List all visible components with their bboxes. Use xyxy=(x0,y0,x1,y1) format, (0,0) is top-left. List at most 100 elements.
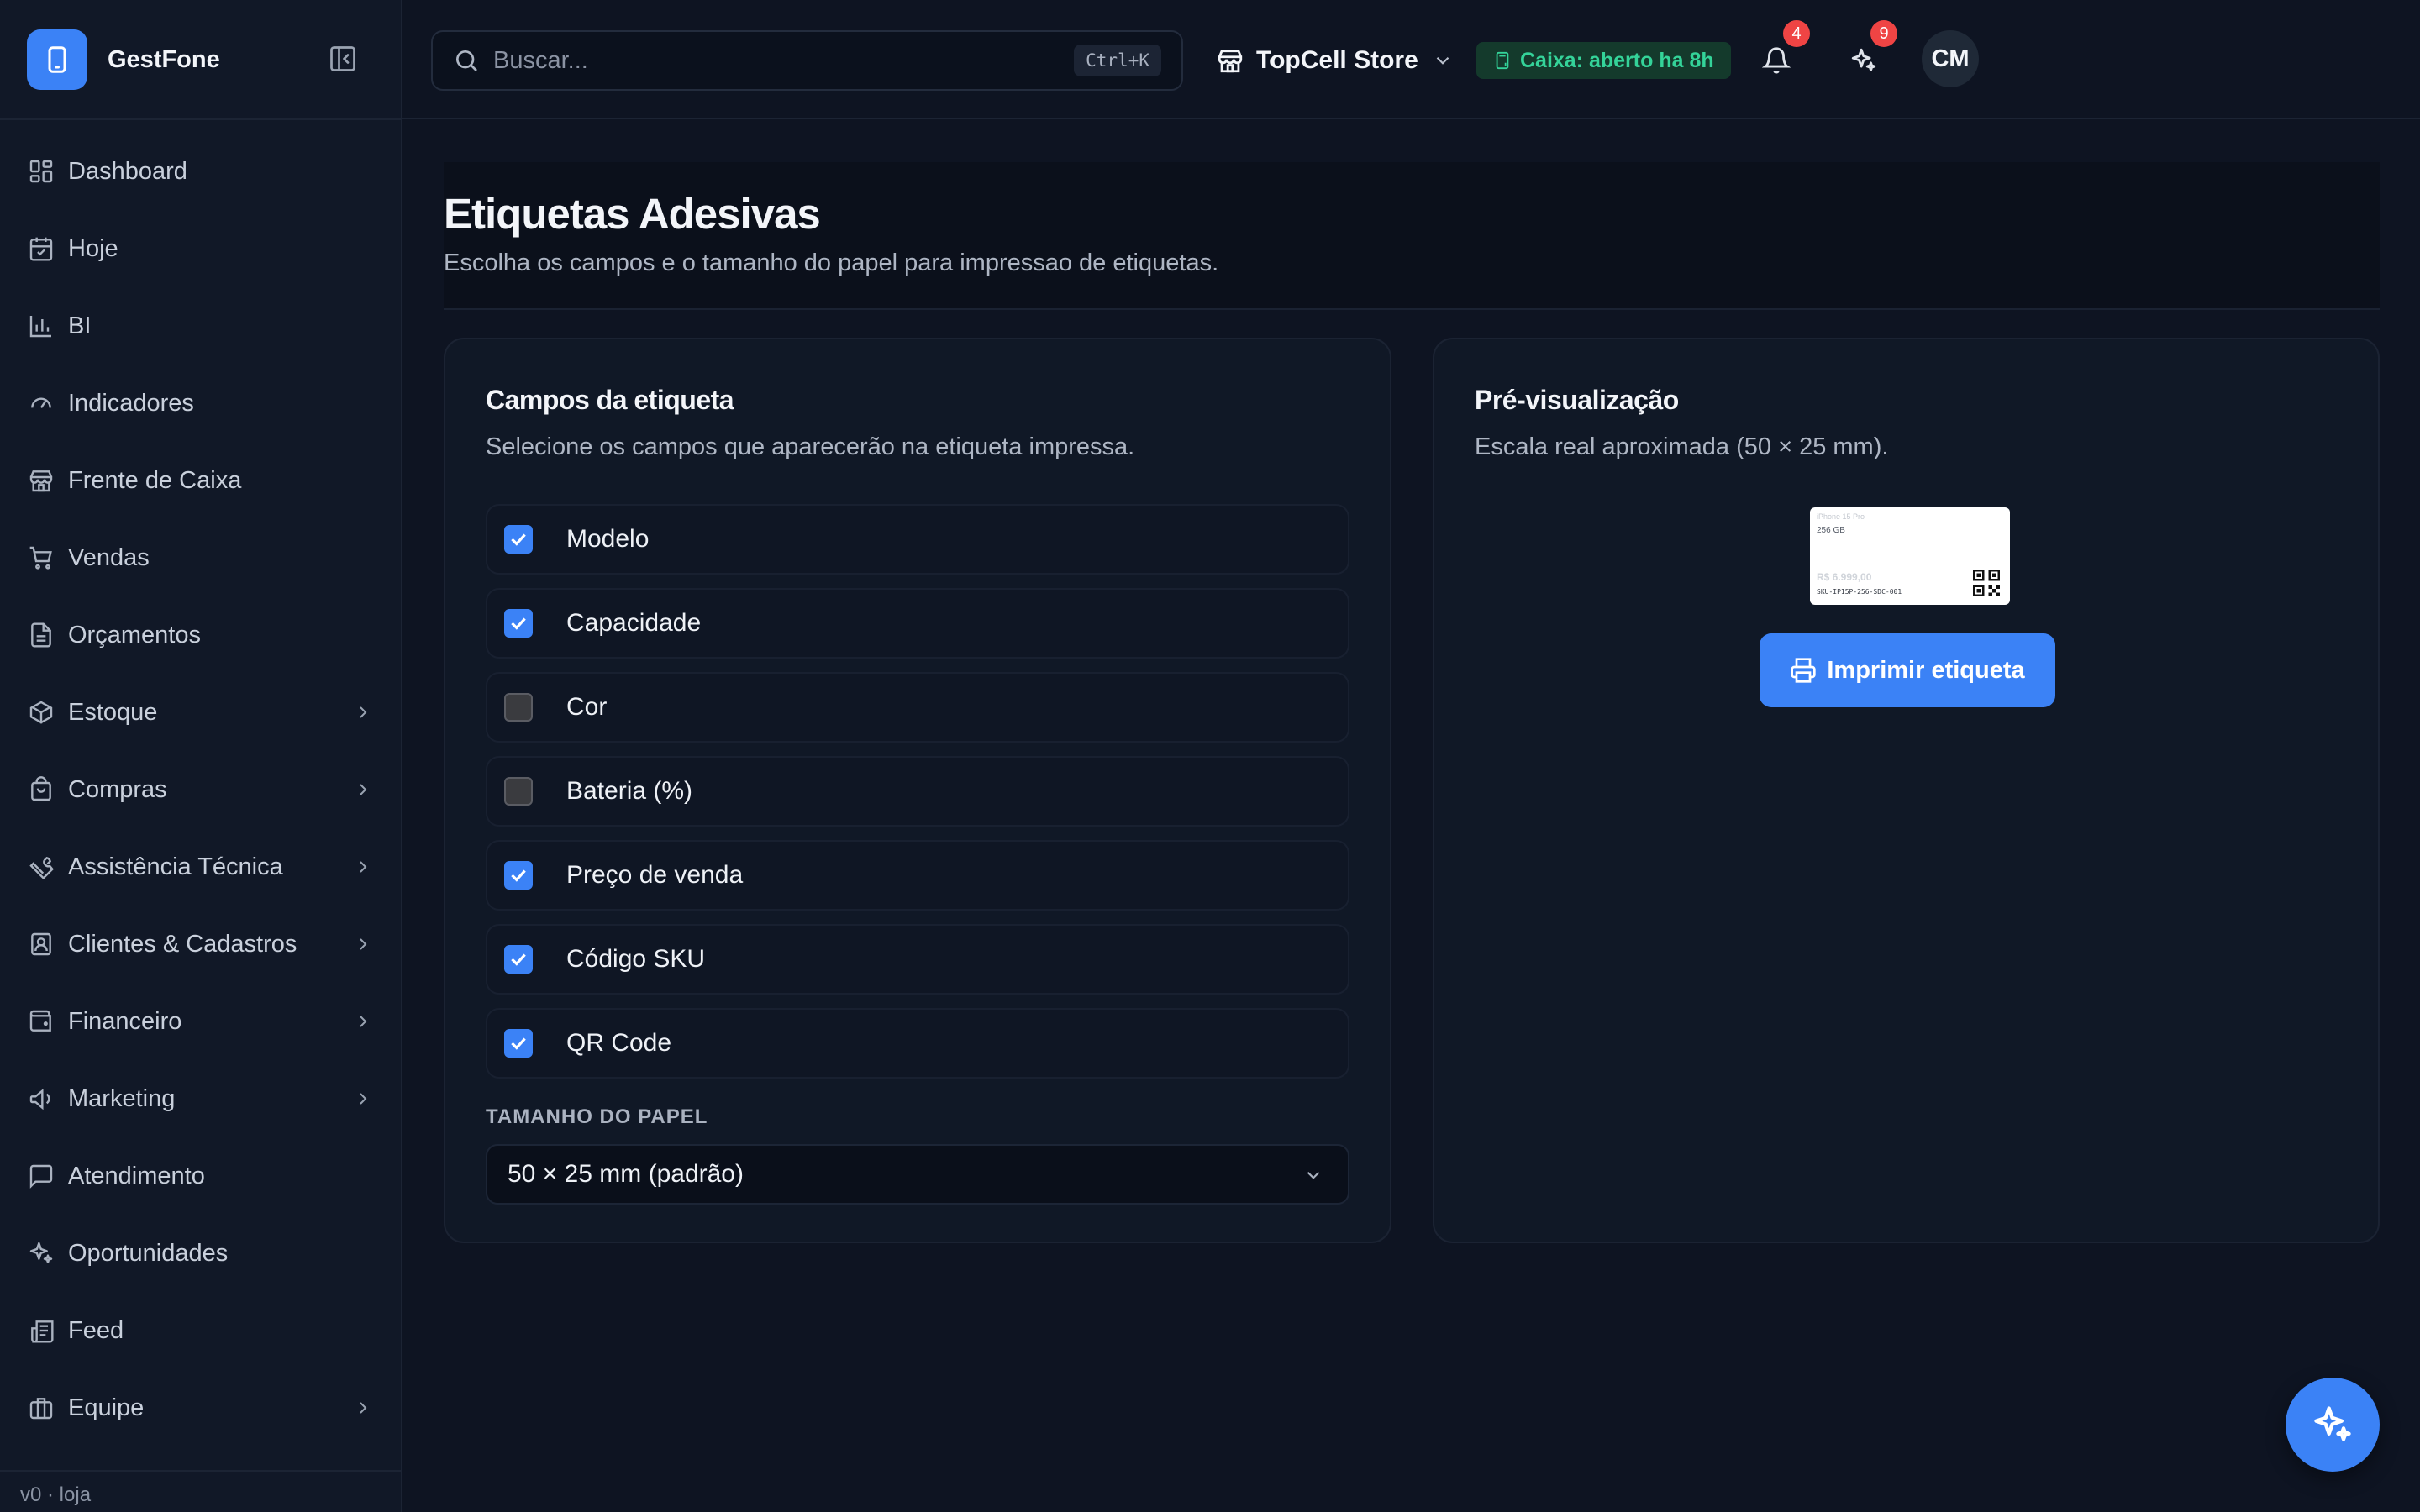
field-label: Cor xyxy=(566,693,608,721)
app-name: GestFone xyxy=(108,45,220,73)
field-label: Preço de venda xyxy=(566,861,744,889)
sidebar-item-label: Atendimento xyxy=(68,1162,205,1189)
card-subtitle: Selecione os campos que aparecerão na et… xyxy=(486,433,1135,460)
divider xyxy=(0,1470,402,1472)
checkbox-checked[interactable] xyxy=(504,609,533,638)
store-icon xyxy=(27,466,55,495)
checkbox-checked[interactable] xyxy=(504,1029,533,1058)
divider xyxy=(0,118,402,120)
page-header: Etiquetas Adesivas Escolha os campos e o… xyxy=(444,162,2380,310)
sidebar-item-feed[interactable]: Feed xyxy=(0,1292,402,1369)
paper-size-value: 50 × 25 mm (padrão) xyxy=(508,1160,744,1188)
sidebar-item-clientes-cadastros[interactable]: Clientes & Cadastros xyxy=(0,906,402,983)
chevron-right-icon xyxy=(353,702,373,722)
checkbox-checked[interactable] xyxy=(504,525,533,554)
field-label: Bateria (%) xyxy=(566,777,693,805)
chat-icon xyxy=(27,1162,55,1190)
chevron-right-icon xyxy=(353,934,373,954)
search-placeholder: Buscar... xyxy=(493,46,588,74)
check-icon xyxy=(511,533,526,546)
sidebar-item-label: Compras xyxy=(68,775,167,803)
field-option-qr-code[interactable]: QR Code xyxy=(486,1008,1349,1079)
sidebar-item-marketing[interactable]: Marketing xyxy=(0,1060,402,1137)
field-option-capacidade[interactable]: Capacidade xyxy=(486,588,1349,659)
sidebar-item-oportunidades[interactable]: Oportunidades xyxy=(0,1215,402,1292)
field-label: Capacidade xyxy=(566,609,702,637)
sidebar-item-bi[interactable]: BI xyxy=(0,287,402,365)
megaphone-icon xyxy=(27,1084,55,1113)
wallet-icon xyxy=(27,1007,55,1036)
notifications-button[interactable]: 4 xyxy=(1746,20,1810,91)
sparkles-icon xyxy=(2311,1403,2354,1446)
checkbox-unchecked[interactable] xyxy=(504,777,533,806)
ai-insights-button[interactable]: 9 xyxy=(1833,20,1897,91)
bar-chart-icon xyxy=(27,312,55,340)
newspaper-icon xyxy=(27,1316,55,1345)
sidebar-item-hoje[interactable]: Hoje xyxy=(0,210,402,287)
chevron-down-icon xyxy=(1302,1164,1324,1186)
sidebar-item-orcamentos[interactable]: Orçamentos xyxy=(0,596,402,674)
field-option-cor[interactable]: Cor xyxy=(486,672,1349,743)
sidebar-item-label: Assistência Técnica xyxy=(68,853,283,880)
sidebar-item-frente-de-caixa[interactable]: Frente de Caixa xyxy=(0,442,402,519)
sidebar-item-compras[interactable]: Compras xyxy=(0,751,402,828)
checkbox-checked[interactable] xyxy=(504,861,533,890)
store-selector[interactable]: TopCell Store xyxy=(1216,30,1454,91)
sidebar-item-label: BI xyxy=(68,312,92,339)
field-option-preco-de-venda[interactable]: Preço de venda xyxy=(486,840,1349,911)
sidebar-item-indicadores[interactable]: Indicadores xyxy=(0,365,402,442)
print-label-button[interactable]: Imprimir etiqueta xyxy=(1760,633,2055,707)
check-icon xyxy=(511,617,526,630)
store-name: TopCell Store xyxy=(1256,46,1418,74)
sidebar-item-label: Dashboard xyxy=(68,157,187,185)
sidebar-item-estoque[interactable]: Estoque xyxy=(0,674,402,751)
field-option-codigo-sku[interactable]: Código SKU xyxy=(486,924,1349,995)
page-subtitle: Escolha os campos e o tamanho do papel p… xyxy=(444,249,1219,276)
chevron-right-icon xyxy=(353,1398,373,1418)
check-icon xyxy=(511,1037,526,1050)
checkbox-checked[interactable] xyxy=(504,945,533,974)
chevron-right-icon xyxy=(353,1089,373,1109)
avatar[interactable]: CM xyxy=(1922,30,1979,87)
chevron-right-icon xyxy=(353,1011,373,1032)
chevron-right-icon xyxy=(353,780,373,800)
contact-icon xyxy=(27,930,55,958)
label-sku: SKU-IP15P-256-SDC-001 xyxy=(1817,588,1902,596)
shopping-bag-icon xyxy=(27,775,55,804)
sparkles-icon xyxy=(1849,46,1878,75)
cart-icon xyxy=(27,543,55,572)
ai-assistant-button[interactable] xyxy=(2286,1378,2380,1472)
paper-size-label: TAMANHO DO PAPEL xyxy=(486,1105,708,1128)
paper-size-select[interactable]: 50 × 25 mm (padrão) xyxy=(486,1144,1349,1205)
label-capacity: 256 GB xyxy=(1817,526,1845,535)
sidebar-item-financeiro[interactable]: Financeiro xyxy=(0,983,402,1060)
sidebar-item-equipe[interactable]: Equipe xyxy=(0,1369,402,1446)
check-icon xyxy=(511,953,526,966)
wrench-icon xyxy=(27,853,55,881)
sidebar-item-atendimento[interactable]: Atendimento xyxy=(0,1137,402,1215)
ai-count-badge: 9 xyxy=(1870,20,1897,47)
card-title: Pré-visualização xyxy=(1475,385,1679,415)
store-icon xyxy=(1216,46,1244,75)
field-option-modelo[interactable]: Modelo xyxy=(486,504,1349,575)
sidebar-item-label: Vendas xyxy=(68,543,150,571)
field-option-bateria[interactable]: Bateria (%) xyxy=(486,756,1349,827)
sidebar-item-vendas[interactable]: Vendas xyxy=(0,519,402,596)
sidebar-item-label: Equipe xyxy=(68,1394,145,1421)
checkbox-unchecked[interactable] xyxy=(504,693,533,722)
shortcut-hint: Ctrl+K xyxy=(1074,45,1161,76)
sidebar-item-dashboard[interactable]: Dashboard xyxy=(0,133,402,210)
sidebar-item-label: Frente de Caixa xyxy=(68,466,242,494)
package-icon xyxy=(27,698,55,727)
brand[interactable]: GestFone xyxy=(27,29,220,91)
caixa-status-badge[interactable]: Caixa: aberto ha 8h xyxy=(1476,42,1731,79)
field-label: Código SKU xyxy=(566,945,706,973)
search-input[interactable]: Buscar... Ctrl+K xyxy=(431,30,1183,91)
sidebar-collapse-icon[interactable] xyxy=(326,42,360,76)
sidebar-item-label: Feed xyxy=(68,1316,124,1344)
bell-icon xyxy=(1762,46,1791,75)
sidebar-item-label: Marketing xyxy=(68,1084,176,1112)
page-title: Etiquetas Adesivas xyxy=(444,190,821,238)
sidebar-item-assistencia-tecnica[interactable]: Assistência Técnica xyxy=(0,828,402,906)
sidebar-item-label: Orçamentos xyxy=(68,621,201,648)
